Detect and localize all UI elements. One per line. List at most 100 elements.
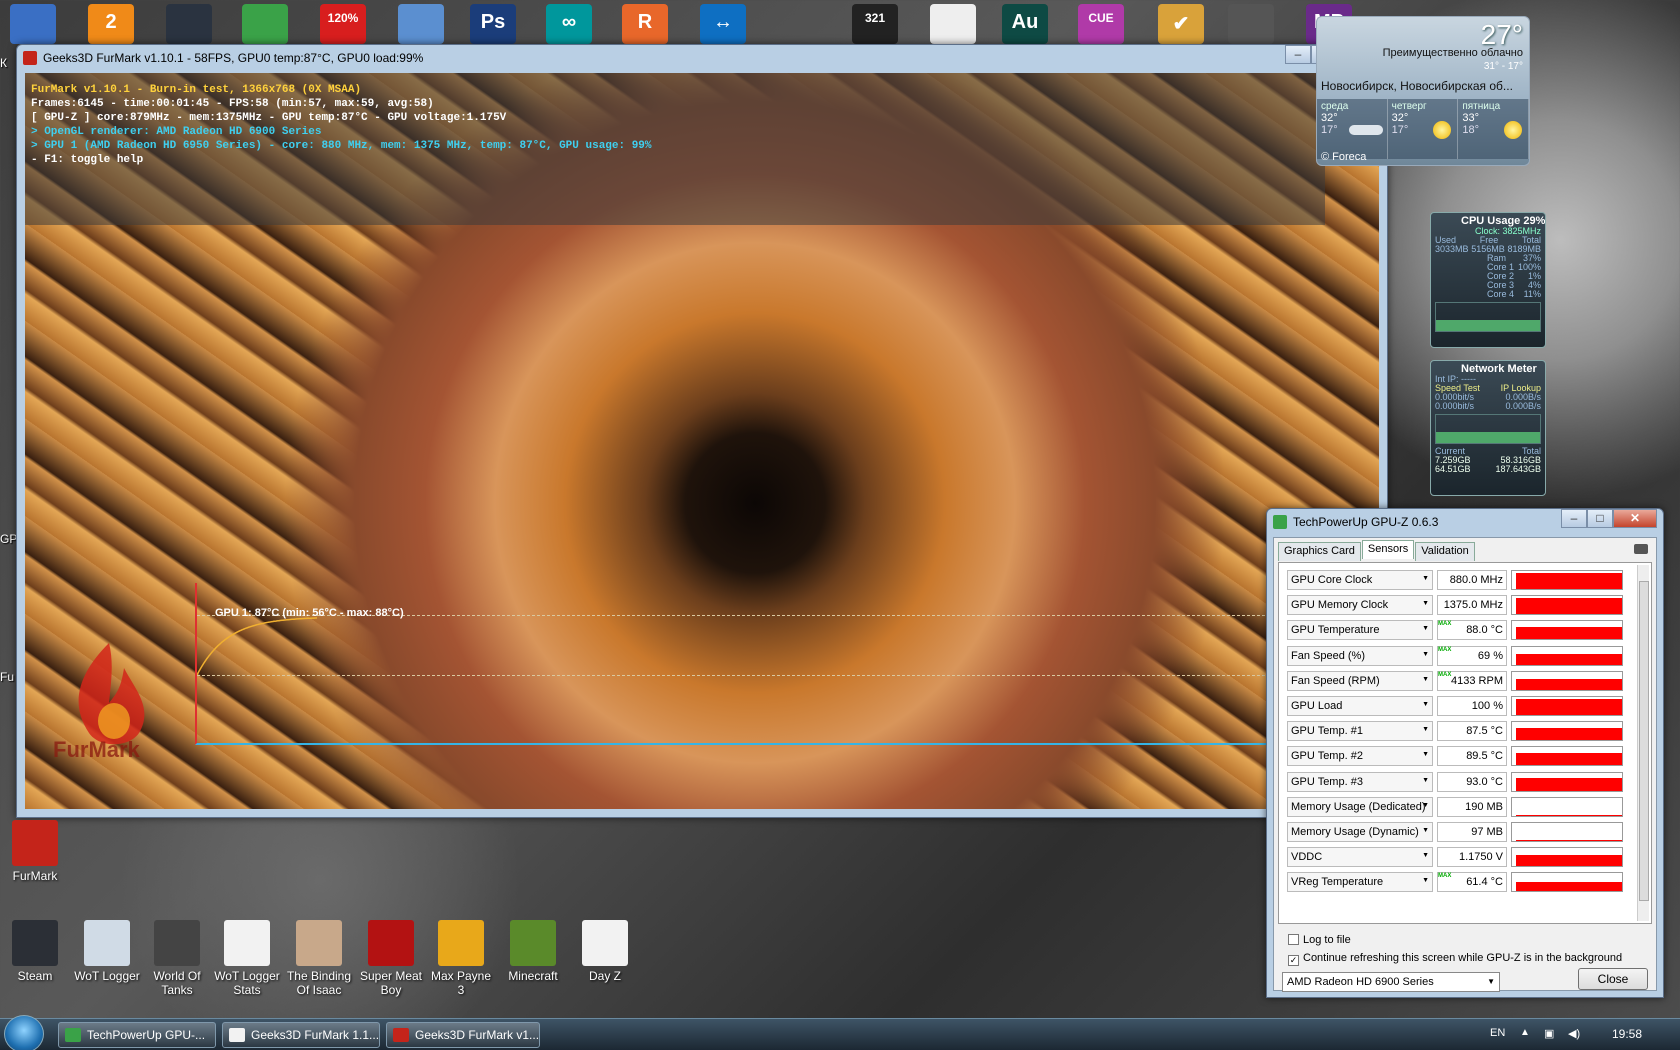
sensor-graph-fill — [1516, 840, 1622, 841]
sensor-graph — [1511, 847, 1623, 868]
clock[interactable]: 19:58 — [1612, 1027, 1642, 1041]
sensors-scrollbar[interactable] — [1637, 565, 1649, 921]
close-button[interactable]: ✕ — [1613, 509, 1657, 528]
network-tray-icon[interactable]: ▣ — [1544, 1027, 1554, 1040]
start-button[interactable] — [4, 1015, 44, 1050]
sensor-graph — [1511, 796, 1623, 817]
sensor-graph — [1511, 771, 1623, 792]
sensor-graph-fill — [1516, 598, 1622, 615]
taskbar-item[interactable]: Geeks3D FurMark 1.1... — [222, 1022, 380, 1048]
temperature-curve — [197, 617, 318, 676]
sensor-name-select[interactable]: GPU Temp. #3 — [1287, 771, 1433, 792]
top-icon-glyph: Au — [1011, 11, 1039, 33]
sensor-graph — [1511, 822, 1623, 842]
sensor-name-select[interactable]: GPU Temperature — [1287, 620, 1433, 641]
language-indicator[interactable]: EN — [1490, 1027, 1505, 1039]
wot-logger-desktop-icon[interactable]: WoT Logger — [72, 920, 142, 983]
speaker-icon[interactable] — [1228, 4, 1274, 44]
gpu-select[interactable]: AMD Radeon HD 6900 Series — [1282, 972, 1500, 992]
shortcut-image — [368, 920, 414, 966]
forecast-day-name: четверг — [1391, 101, 1427, 112]
tab-validation[interactable]: Validation — [1415, 542, 1475, 561]
super-meat-boy-desktop-icon[interactable]: Super Meat Boy — [356, 920, 426, 997]
weather-footer[interactable]: © Foreca — [1321, 151, 1366, 163]
gpuz-close-button[interactable]: Close — [1578, 968, 1648, 990]
photoshop-icon[interactable]: Ps — [470, 4, 516, 44]
furmark-desktop-icon[interactable]: FurMark — [0, 820, 70, 883]
sensor-row: GPU Temp. #289.5 °C — [1287, 745, 1637, 767]
cue-icon[interactable]: CUE — [1078, 4, 1124, 44]
show-hidden-icons[interactable]: ▲ — [1520, 1027, 1530, 1038]
shortcut-image — [224, 920, 270, 966]
max-indicator: MAX — [1438, 646, 1452, 653]
wot-logger-stats-desktop-icon[interactable]: WoT Logger Stats — [212, 920, 282, 997]
sensor-name-select[interactable]: GPU Temp. #1 — [1287, 721, 1433, 742]
monitor-icon[interactable] — [398, 4, 444, 44]
sensor-name-select[interactable]: Fan Speed (%) — [1287, 645, 1433, 666]
arduino-icon[interactable]: ∞ — [546, 4, 592, 44]
shortcut-image — [510, 920, 556, 966]
top-icon-glyph: 321 — [864, 11, 886, 25]
desktop-icon-label: World Of Tanks — [153, 969, 201, 997]
sensor-name-select[interactable]: GPU Load — [1287, 696, 1433, 716]
fan-icon[interactable] — [166, 4, 212, 44]
sensor-name-select[interactable]: GPU Core Clock — [1287, 570, 1433, 590]
xbmc-icon[interactable] — [242, 4, 288, 44]
acrobat-icon[interactable]: 120% — [320, 4, 366, 44]
sensor-name-select[interactable]: Memory Usage (Dedicated) — [1287, 796, 1433, 817]
gpuz-titlebar[interactable]: TechPowerUp GPU-Z 0.6.3 – □ ✕ — [1267, 509, 1663, 535]
sensor-graph-fill — [1516, 698, 1622, 715]
steam-desktop-icon[interactable]: Steam — [0, 920, 70, 983]
network-meter-gadget[interactable]: Network Meter Int IP: ----- Speed Test IP… — [1430, 360, 1546, 496]
osd-line: > GPU 1 (AMD Radeon HD 6950 Series) - co… — [31, 140, 652, 152]
volume-tray-icon[interactable]: ◀) — [1568, 1027, 1580, 1040]
sensor-value: 880.0 MHz — [1437, 570, 1507, 590]
cat-icon[interactable] — [930, 4, 976, 44]
gpuz-window[interactable]: TechPowerUp GPU-Z 0.6.3 – □ ✕ Graphics C… — [1266, 508, 1664, 998]
taskbar-item[interactable]: TechPowerUp GPU-... — [58, 1022, 216, 1048]
furmark-render-area[interactable]: FurMark v1.10.1 - Burn-in test, 1366x768… — [25, 73, 1379, 809]
log-to-file-checkbox[interactable]: Log to file — [1288, 934, 1351, 946]
minimize-button[interactable]: – — [1285, 45, 1311, 64]
top-icon-glyph: R — [637, 11, 653, 33]
furmark-window[interactable]: Geeks3D FurMark v1.10.1 - 58FPS, GPU0 te… — [16, 44, 1388, 818]
max-payne-3-desktop-icon[interactable]: Max Payne 3 — [426, 920, 496, 997]
checkmark-icon[interactable]: ✔ — [1158, 4, 1204, 44]
sensor-graph-fill — [1516, 855, 1622, 867]
system-icon[interactable] — [10, 4, 56, 44]
media-classic-icon[interactable]: 321 — [852, 4, 898, 44]
minecraft-desktop-icon[interactable]: Minecraft — [498, 920, 568, 983]
sensor-graph — [1511, 696, 1623, 716]
tab-sensors[interactable]: Sensors — [1361, 540, 1415, 559]
sensor-name-select[interactable]: Memory Usage (Dynamic) — [1287, 822, 1433, 842]
sensor-name-select[interactable]: GPU Temp. #2 — [1287, 746, 1433, 767]
camera-icon[interactable] — [1634, 544, 1648, 554]
sensor-name-select[interactable]: VDDC — [1287, 847, 1433, 868]
sensor-row: Fan Speed (RPM)4133 RPMMAX — [1287, 670, 1637, 692]
sensor-name-select[interactable]: Fan Speed (RPM) — [1287, 670, 1433, 691]
weather-condition: Преимущественно облачно — [1382, 47, 1523, 59]
furmark-titlebar[interactable]: Geeks3D FurMark v1.10.1 - 58FPS, GPU0 te… — [17, 45, 1387, 71]
aimp-icon[interactable]: 2 — [88, 4, 134, 44]
net-total: 187.643GB — [1495, 464, 1541, 474]
furmark-logo: FurMark — [39, 633, 199, 763]
weather-gadget[interactable]: 27° Преимущественно облачно 31° - 17° Но… — [1316, 16, 1530, 166]
binding-of-isaac-desktop-icon[interactable]: The Binding Of Isaac — [284, 920, 354, 997]
sensor-name-select[interactable]: GPU Memory Clock — [1287, 595, 1433, 616]
world-of-tanks-desktop-icon[interactable]: World Of Tanks — [142, 920, 212, 997]
audition-icon[interactable]: Au — [1002, 4, 1048, 44]
cpu-usage-gadget[interactable]: CPU Usage 29% Clock: 3825MHz Used Free Tot… — [1430, 212, 1546, 348]
teamviewer-icon[interactable]: ↔ — [700, 4, 746, 44]
sensor-name-select[interactable]: VReg Temperature — [1287, 872, 1433, 893]
maximize-button[interactable]: □ — [1587, 509, 1613, 528]
tab-graphics-card[interactable]: Graphics Card — [1278, 542, 1361, 561]
top-icon-glyph: 120% — [327, 11, 359, 25]
sensor-value: 89.5 °C — [1437, 746, 1507, 767]
day-z-desktop-icon[interactable]: Day Z — [570, 920, 640, 983]
remote-icon[interactable]: R — [622, 4, 668, 44]
minimize-button[interactable]: – — [1561, 509, 1587, 528]
taskbar-item[interactable]: Geeks3D FurMark v1.... — [386, 1022, 540, 1048]
cpu-row: Core 4 11% — [1431, 290, 1545, 299]
continue-refresh-checkbox[interactable]: ✓ Continue refreshing this screen while G… — [1288, 952, 1622, 966]
sensor-graph — [1511, 620, 1623, 641]
